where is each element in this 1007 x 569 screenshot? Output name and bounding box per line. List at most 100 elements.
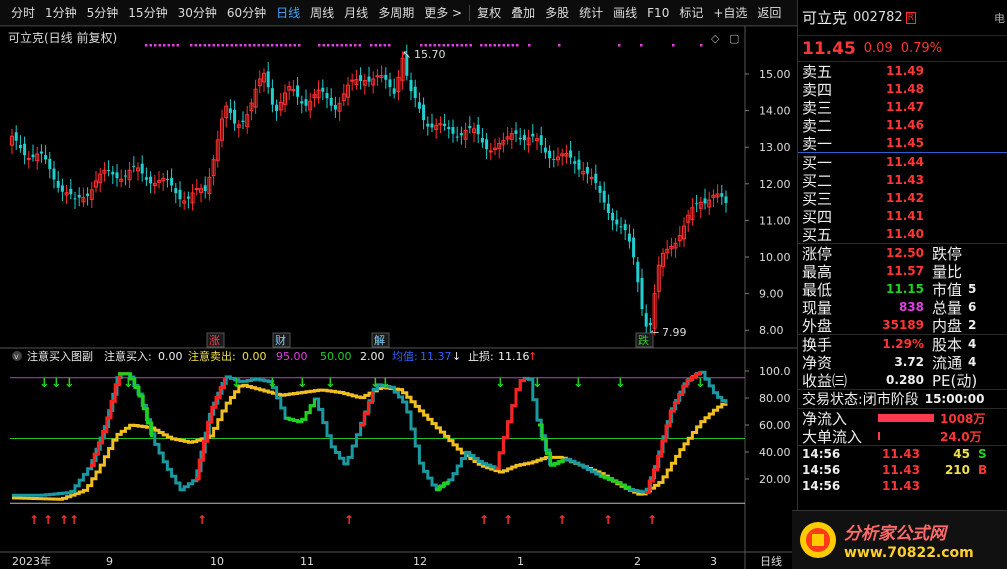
tb-mark[interactable]: 标记: [674, 0, 708, 26]
tick-row: 14:56 11.43 45 S: [798, 446, 1007, 462]
tb-5min[interactable]: 5分钟: [82, 0, 124, 26]
tb-60min[interactable]: 60分钟: [222, 0, 271, 26]
bid-book: 买一 11.44 买二 11.43 买三 11.42 买四 11.41 买五 11.40: [798, 153, 1007, 244]
signal-dot: [154, 44, 157, 47]
signal-dot: [266, 44, 269, 47]
candle-body: [724, 196, 728, 203]
tb-more[interactable]: 更多 >: [419, 0, 467, 26]
signal-dot: [262, 44, 265, 47]
signal-dot: [199, 44, 202, 47]
signal-dot: [484, 44, 487, 47]
candle-body: [56, 180, 60, 188]
candle-body: [115, 172, 119, 179]
candle-body: [170, 177, 174, 186]
net-inflow-value: 1008万: [940, 411, 986, 426]
signal-dot: [447, 44, 450, 47]
candlesticks[interactable]: [10, 44, 728, 335]
site-logo: 分析家公式网 www.70822.com: [792, 510, 1007, 569]
stat-value: 3.72: [894, 355, 924, 369]
candle-body: [552, 158, 556, 160]
signal-dot: [172, 44, 175, 47]
x-axis-labels: 2023年 9 10 11 12 1 2 3 日线: [12, 554, 782, 568]
stat-value-2: 5: [968, 282, 977, 296]
candle-body: [388, 79, 392, 88]
candle-body: [703, 198, 707, 204]
stat-value-2: 4: [968, 337, 977, 351]
indicator-chevron-icon: v: [14, 352, 19, 361]
ind-sell-label: 注意卖出:: [188, 349, 236, 363]
tb-15min[interactable]: 15分钟: [123, 0, 172, 26]
tb-1min[interactable]: 1分钟: [40, 0, 82, 26]
ind-avg-value: 11.37: [420, 350, 452, 363]
ind-stop-value: 11.16: [498, 350, 530, 363]
stat-value: 11.57: [886, 264, 924, 278]
signal-dot: [257, 44, 260, 47]
close-panel-icon[interactable]: ▢: [729, 32, 739, 45]
last-price: 11.45: [802, 38, 856, 59]
tb-monthly[interactable]: 月线: [339, 0, 373, 26]
ind-sell-value: 0.00: [242, 350, 267, 363]
kline-chart-svg[interactable]: 可立克(日线 前复权) ◇ ▢ 15.0014.0013.0012.0011.0…: [0, 26, 797, 569]
bid-price: 11.43: [886, 173, 924, 187]
y-tick-label: 13.00: [759, 141, 791, 154]
candle-body: [627, 233, 631, 242]
chart-area[interactable]: 可立克(日线 前复权) ◇ ▢ 15.00 14.00 13.00 12.00 11.0…: [0, 26, 797, 569]
ask-price: 11.45: [886, 136, 924, 150]
tb-statistics[interactable]: 统计: [574, 0, 608, 26]
tb-back[interactable]: 返回: [752, 0, 786, 26]
x-label-1: 1: [517, 555, 524, 568]
side-tab[interactable]: 电: [994, 10, 1005, 26]
candle-body: [539, 135, 543, 145]
candle-body: [132, 165, 136, 167]
ind-tick-label: 40.00: [759, 446, 791, 459]
tb-draw-line[interactable]: 画线: [608, 0, 642, 26]
stat-row: 收益㈢ 0.280 PE(动): [798, 371, 1007, 390]
candle-body: [291, 89, 296, 92]
candle-body: [468, 126, 472, 129]
candle-body: [194, 188, 199, 191]
signal-dot: [370, 44, 373, 47]
big-inflow-value: 24.0万: [940, 429, 982, 444]
ind-avg-label: 均值:: [392, 350, 418, 363]
signal-dot: [480, 44, 483, 47]
tb-fenshi[interactable]: 分时: [6, 0, 40, 26]
signal-dot: [217, 44, 220, 47]
tb-fuquan[interactable]: 复权: [472, 0, 506, 26]
main-y-axis: 15.00 14.00 13.00 12.00 11.00 10.00 9.00 8.00: [745, 68, 791, 337]
quote-header: 可立克 002782 R 电: [798, 0, 1007, 36]
candle-body: [270, 88, 274, 105]
tb-multi-period[interactable]: 多周期: [373, 0, 419, 26]
stats-block: 涨停 12.50 跌停 最高 11.57 量比 最低 11.15 市值 5 现量 838 总量 6 …: [798, 244, 1007, 335]
tb-f10[interactable]: F10: [642, 0, 674, 26]
signal-dot: [163, 44, 166, 47]
logo-icon: [800, 522, 836, 558]
tb-add-watch[interactable]: +自选: [708, 0, 752, 26]
signal-dot: [345, 44, 348, 47]
candle-body: [598, 185, 602, 193]
tb-overlay[interactable]: 叠加: [506, 0, 540, 26]
signal-dot: [322, 44, 325, 47]
diamond-icon[interactable]: ◇: [711, 32, 720, 45]
stat-value: 1.29%: [882, 337, 924, 351]
candle-body: [447, 126, 451, 130]
logo-url: www.70822.com: [844, 545, 974, 561]
candle-body: [296, 85, 300, 97]
trade-status: 闭市阶段: [862, 392, 919, 408]
candle-body: [186, 196, 190, 199]
tb-30min[interactable]: 30分钟: [173, 0, 222, 26]
sell-arrow-up-icon: ↑: [557, 513, 567, 527]
candle-body: [174, 188, 178, 194]
buy-arrow-down-icon: ↓: [267, 376, 278, 391]
signal-dot: [158, 44, 161, 47]
ask-price: 11.49: [886, 64, 924, 78]
tb-daily[interactable]: 日线: [271, 0, 305, 26]
tb-weekly[interactable]: 周线: [305, 0, 339, 26]
candle-body: [325, 93, 329, 99]
buy-arrow-down-icon: ↓: [615, 376, 626, 391]
candle-body: [123, 175, 127, 177]
signal-dot: [336, 44, 339, 47]
signal-dot: [293, 44, 296, 47]
buy-arrow-down-icon: ↓: [51, 376, 62, 391]
tb-multi-stock[interactable]: 多股: [540, 0, 574, 26]
tick-time: 14:56: [802, 463, 841, 477]
